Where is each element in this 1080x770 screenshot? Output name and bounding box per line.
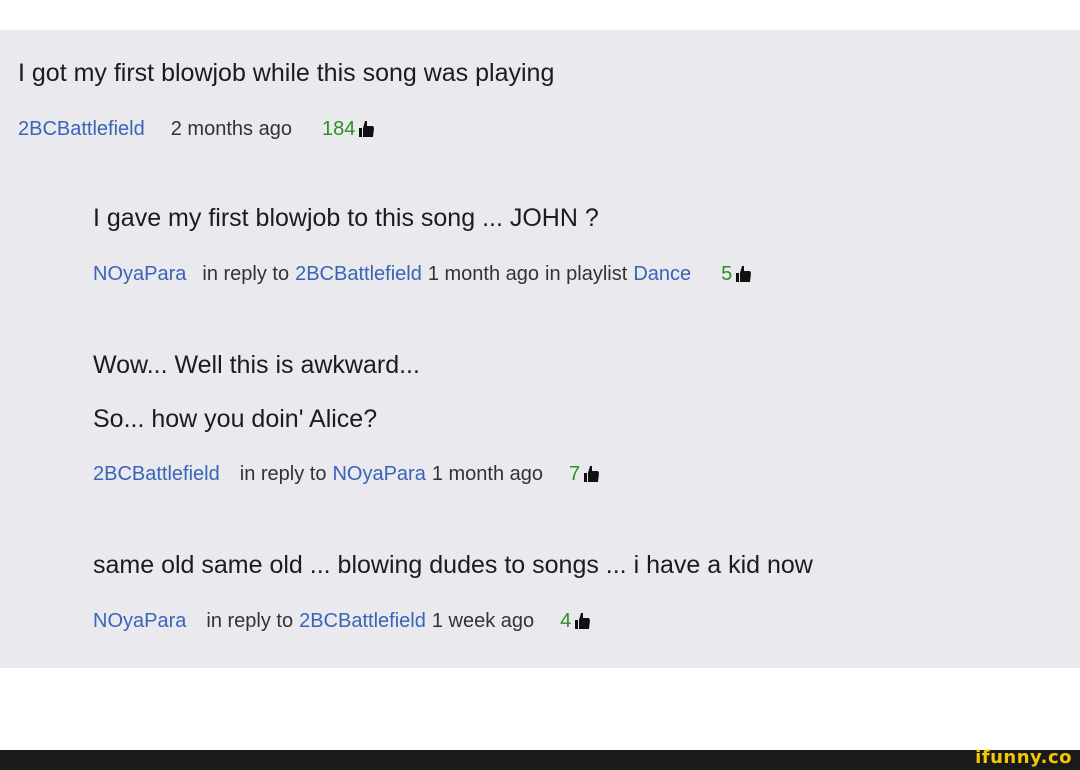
comment-text-line: So... how you doin' Alice? [93,405,378,433]
comment-timestamp: 1 month ago [427,263,540,285]
comment-text-line: Wow... Well this is awkward... [93,351,420,379]
watermark-bar: ifunny.co [0,747,1080,770]
comment-username[interactable]: NOyaPara [93,262,186,286]
thumbs-up-icon[interactable] [736,265,752,283]
comment-meta: NOyaPara in reply to 2BCBattlefield 1 we… [93,609,591,633]
reply-to-username[interactable]: NOyaPara [332,462,425,486]
reply-to-username[interactable]: 2BCBattlefield [299,609,426,633]
comment-meta: NOyaPara in reply to 2BCBattlefield 1 mo… [93,262,752,286]
like-count: 7 [569,463,581,485]
reply-prefix: in reply to [202,263,290,285]
comment-text: same old same old ... blowing dudes to s… [93,551,813,579]
reply-prefix: in reply to [239,463,327,485]
ifunny-watermark: ifunny.co [975,747,1072,768]
like-count: 5 [721,263,733,285]
comment-text: I gave my first blowjob to this song ...… [93,204,599,232]
comment-timestamp: 1 week ago [431,610,535,632]
thumbs-up-icon[interactable] [359,120,375,138]
comment-meta: 2BCBattlefield 2 months ago 184 [18,117,375,141]
like-count: 184 [321,118,356,140]
comment-username[interactable]: 2BCBattlefield [93,462,220,486]
comment-timestamp: 2 months ago [170,118,292,140]
comment-timestamp: 1 month ago [431,463,544,485]
like-count: 4 [560,610,572,632]
playlist-link[interactable]: Dance [633,262,691,286]
comment-meta: 2BCBattlefield in reply to NOyaPara 1 mo… [93,462,600,486]
playlist-prefix: in playlist [545,263,628,285]
reply-to-username[interactable]: 2BCBattlefield [295,262,422,286]
thumbs-up-icon[interactable] [584,465,600,483]
reply-prefix: in reply to [206,610,294,632]
comment-username[interactable]: NOyaPara [93,609,186,633]
thumbs-up-icon[interactable] [575,612,591,630]
comment-text: I got my first blowjob while this song w… [18,59,555,87]
comment-username[interactable]: 2BCBattlefield [18,117,145,141]
